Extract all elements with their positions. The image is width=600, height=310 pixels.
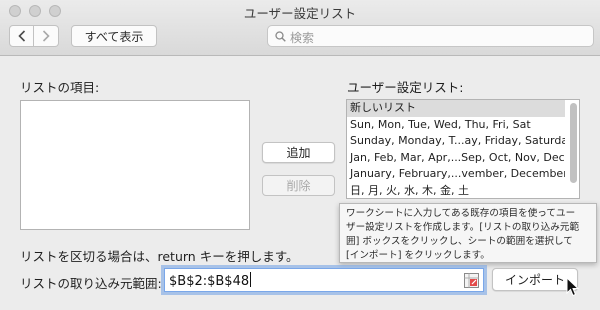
back-button[interactable] <box>9 25 34 47</box>
list-entries-textarea[interactable] <box>20 100 250 230</box>
tooltip-line: [インポート] をクリックします。 <box>346 250 490 261</box>
range-selector-icon[interactable] <box>464 273 479 288</box>
custom-list-item[interactable]: Sunday, Monday, T...ay, Friday, Saturday <box>347 133 565 150</box>
tooltip-line: ザー設定リストを作成します。[リストの取り込み元範 <box>346 222 580 233</box>
delete-button[interactable]: 削除 <box>262 175 335 196</box>
search-placeholder: 検索 <box>290 31 315 45</box>
list-entries-label: リストの項目: <box>20 80 100 95</box>
import-range-label: リストの取り込み元範囲: <box>20 276 162 291</box>
search-field[interactable]: 検索 <box>267 25 594 47</box>
custom-lists-label: ユーザー設定リスト: <box>347 80 464 95</box>
custom-list-item[interactable]: 新しいリスト <box>347 100 565 117</box>
search-icon <box>275 31 286 42</box>
chevron-right-icon <box>42 30 50 42</box>
custom-list-item[interactable]: Jan, Feb, Mar, Apr,...Sep, Oct, Nov, Dec <box>347 150 565 167</box>
text-caret <box>250 272 252 287</box>
custom-list-item[interactable]: 日, 月, 火, 水, 木, 金, 土 <box>347 183 565 199</box>
window-titlebar: ユーザー設定リスト すべて表示 検索 <box>0 0 600 56</box>
window-title: ユーザー設定リスト <box>243 6 357 21</box>
mouse-pointer-icon <box>566 277 580 297</box>
tooltip-line: 囲] ボックスをクリックし、シートの範囲を選択して <box>346 236 573 247</box>
chevron-left-icon <box>17 30 25 42</box>
tooltip-line: ワークシートに入力してある既存の項目を使ってユー <box>346 208 576 219</box>
custom-lists-scrollbar[interactable] <box>570 103 577 183</box>
import-range-input[interactable]: $B$2:$B$48 <box>164 268 484 292</box>
custom-list-item[interactable]: January, February,...vember, December <box>347 166 565 183</box>
forward-button[interactable] <box>34 25 59 47</box>
import-help-tooltip: ワークシートに入力してある既存の項目を使ってユー ザー設定リストを作成します。[… <box>339 203 597 263</box>
custom-lists-listbox[interactable]: 新しいリスト Sun, Mon, Tue, Wed, Thu, Fri, Sat… <box>346 99 580 199</box>
import-range-value: $B$2:$B$48 <box>169 274 250 289</box>
custom-list-item[interactable]: Sun, Mon, Tue, Wed, Thu, Fri, Sat <box>347 117 565 134</box>
add-button[interactable]: 追加 <box>262 142 335 163</box>
show-all-button[interactable]: すべて表示 <box>71 25 157 47</box>
separator-hint: リストを区切る場合は、return キーを押します。 <box>20 249 299 264</box>
